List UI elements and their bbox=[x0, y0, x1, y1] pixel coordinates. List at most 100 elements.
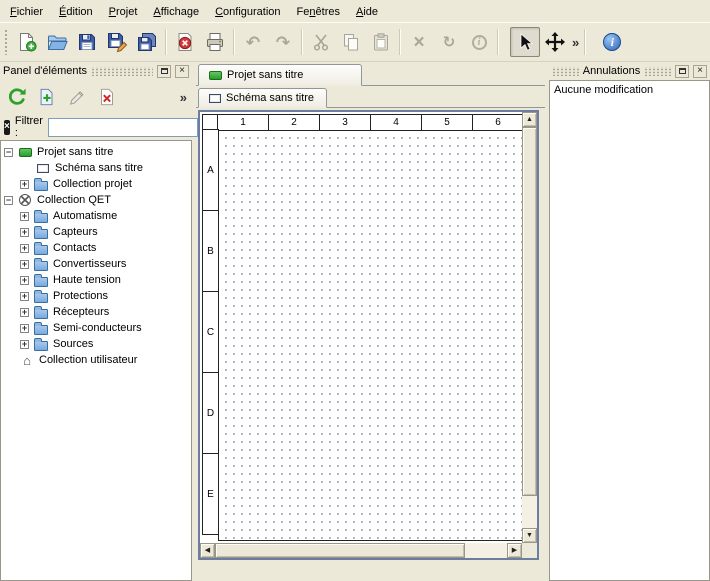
tree-item-automatisme[interactable]: + Automatisme bbox=[1, 208, 191, 224]
about-qet-button[interactable]: i bbox=[597, 27, 627, 57]
tree-item-collection-qet[interactable]: − Collection QET bbox=[1, 192, 191, 208]
expand-expander-icon[interactable]: + bbox=[20, 276, 29, 285]
select-mode-button[interactable] bbox=[510, 27, 540, 57]
float-panel-button[interactable] bbox=[157, 65, 171, 78]
new-element-button[interactable] bbox=[33, 84, 60, 111]
tree-item-schema-sans-titre[interactable]: Schéma sans titre bbox=[1, 160, 191, 176]
expand-expander-icon[interactable]: + bbox=[20, 212, 29, 221]
menu-aide-label: Aide bbox=[356, 6, 378, 18]
save-file-as-button[interactable] bbox=[102, 27, 132, 57]
undo-history-list[interactable]: Aucune modification bbox=[549, 80, 710, 581]
undo-button[interactable]: ↶ bbox=[238, 27, 268, 57]
arrow-up-icon: ▲ bbox=[526, 116, 533, 123]
tree-item-protections[interactable]: + Protections bbox=[1, 288, 191, 304]
tree-item-sources[interactable]: + Sources bbox=[1, 336, 191, 352]
column-headers: 1 2 3 4 5 6 bbox=[218, 114, 522, 131]
menu-fenetres[interactable]: Fenêtres bbox=[289, 1, 348, 22]
tree-item-convertisseurs[interactable]: + Convertisseurs bbox=[1, 256, 191, 272]
collapse-expander-icon[interactable]: − bbox=[4, 196, 13, 205]
tree-item-collection-projet[interactable]: + Collection projet bbox=[1, 176, 191, 192]
reload-collections-button[interactable] bbox=[3, 84, 30, 111]
close-file-button[interactable] bbox=[170, 27, 200, 57]
expand-expander-icon[interactable]: + bbox=[20, 180, 29, 189]
diagram-canvas[interactable] bbox=[218, 130, 522, 541]
scroll-down-button[interactable]: ▼ bbox=[522, 528, 537, 543]
copy-icon bbox=[341, 32, 361, 52]
scroll-up-button[interactable]: ▲ bbox=[522, 112, 537, 127]
close-panel-button[interactable]: × bbox=[693, 65, 707, 78]
toolbar-separator bbox=[233, 29, 235, 55]
tree-item-contacts[interactable]: + Contacts bbox=[1, 240, 191, 256]
tree-item-recepteurs[interactable]: + Récepteurs bbox=[1, 304, 191, 320]
save-as-icon bbox=[106, 31, 128, 53]
tab-projet-sans-titre[interactable]: Projet sans titre bbox=[198, 64, 362, 86]
print-button[interactable] bbox=[200, 27, 230, 57]
expand-expander-icon[interactable]: + bbox=[20, 292, 29, 301]
expand-expander-icon[interactable]: + bbox=[20, 324, 29, 333]
save-all-button[interactable] bbox=[132, 27, 162, 57]
paste-button[interactable] bbox=[366, 27, 396, 57]
new-file-button[interactable] bbox=[12, 27, 42, 57]
toolbar-grip[interactable] bbox=[4, 29, 9, 55]
tree-item-projet-sans-titre[interactable]: − Projet sans titre bbox=[1, 144, 191, 160]
menu-edition[interactable]: Édition bbox=[51, 1, 101, 22]
column-header: 6 bbox=[472, 114, 522, 131]
collapse-expander-icon[interactable]: − bbox=[4, 148, 13, 157]
elements-panel-titlebar[interactable]: Panel d'éléments × bbox=[0, 62, 192, 80]
tree-item-haute-tension[interactable]: + Haute tension bbox=[1, 272, 191, 288]
menu-affichage[interactable]: Affichage bbox=[145, 1, 207, 22]
tree-item-capteurs[interactable]: + Capteurs bbox=[1, 224, 191, 240]
menu-projet[interactable]: Projet bbox=[101, 1, 146, 22]
workspace: Projet sans titre Schéma sans titre 1 2 … bbox=[196, 62, 545, 581]
tree-item-semi-conducteurs[interactable]: + Semi-conducteurs bbox=[1, 320, 191, 336]
expand-expander-icon[interactable]: + bbox=[20, 308, 29, 317]
tab-schema-sans-titre[interactable]: Schéma sans titre bbox=[198, 88, 327, 108]
menu-aide[interactable]: Aide bbox=[348, 1, 386, 22]
expand-expander-icon[interactable]: + bbox=[20, 228, 29, 237]
expand-expander-icon[interactable]: + bbox=[20, 244, 29, 253]
folder-icon bbox=[33, 258, 49, 271]
close-icon: × bbox=[697, 66, 703, 76]
vertical-scrollbar[interactable]: ▲ ▼ bbox=[522, 112, 537, 543]
expand-expander-icon[interactable]: + bbox=[20, 340, 29, 349]
cut-button[interactable] bbox=[306, 27, 336, 57]
clear-filter-button[interactable]: × bbox=[4, 120, 10, 135]
folder-icon bbox=[33, 322, 49, 335]
undo-panel-titlebar[interactable]: Annulations × bbox=[549, 62, 710, 80]
pan-mode-button[interactable] bbox=[540, 27, 570, 57]
toolbar-overflow-button[interactable]: » bbox=[570, 35, 581, 50]
home-icon: ⌂ bbox=[19, 354, 35, 367]
rotate-button[interactable]: ↻ bbox=[434, 27, 464, 57]
panel-toolbar-overflow-button[interactable]: » bbox=[178, 90, 189, 105]
menu-configuration[interactable]: Configuration bbox=[207, 1, 288, 22]
expand-expander-icon[interactable]: + bbox=[20, 260, 29, 269]
folder-icon bbox=[33, 242, 49, 255]
delete-element-button[interactable] bbox=[93, 84, 120, 111]
refresh-icon bbox=[6, 86, 28, 108]
undo-panel-title: Annulations bbox=[583, 65, 641, 77]
vertical-scroll-thumb[interactable] bbox=[522, 127, 537, 496]
scroll-left-button[interactable]: ◀ bbox=[200, 543, 215, 558]
close-panel-button[interactable]: × bbox=[175, 65, 189, 78]
paste-icon bbox=[371, 32, 391, 52]
horizontal-scroll-thumb[interactable] bbox=[215, 543, 465, 558]
redo-button[interactable]: ↷ bbox=[268, 27, 298, 57]
save-file-button[interactable] bbox=[72, 27, 102, 57]
tree-item-collection-utilisateur[interactable]: ⌂ Collection utilisateur bbox=[1, 352, 191, 368]
tree-item-label: Convertisseurs bbox=[53, 258, 126, 270]
conductor-properties-button[interactable]: i bbox=[464, 27, 494, 57]
project-tabbar: Projet sans titre bbox=[196, 62, 545, 86]
horizontal-scrollbar[interactable]: ◀ ▶ bbox=[200, 543, 522, 558]
menu-fichier[interactable]: Fichier bbox=[2, 1, 51, 22]
copy-button[interactable] bbox=[336, 27, 366, 57]
delete-element-icon bbox=[97, 87, 117, 107]
float-panel-button[interactable] bbox=[675, 65, 689, 78]
row-header: C bbox=[202, 291, 219, 373]
delete-button[interactable]: × bbox=[404, 27, 434, 57]
undo-empty-text: Aucune modification bbox=[554, 84, 653, 96]
edit-element-button[interactable] bbox=[63, 84, 90, 111]
scroll-right-button[interactable]: ▶ bbox=[507, 543, 522, 558]
about-info-icon: i bbox=[603, 33, 621, 51]
open-file-button[interactable] bbox=[42, 27, 72, 57]
filter-input[interactable] bbox=[48, 118, 198, 137]
